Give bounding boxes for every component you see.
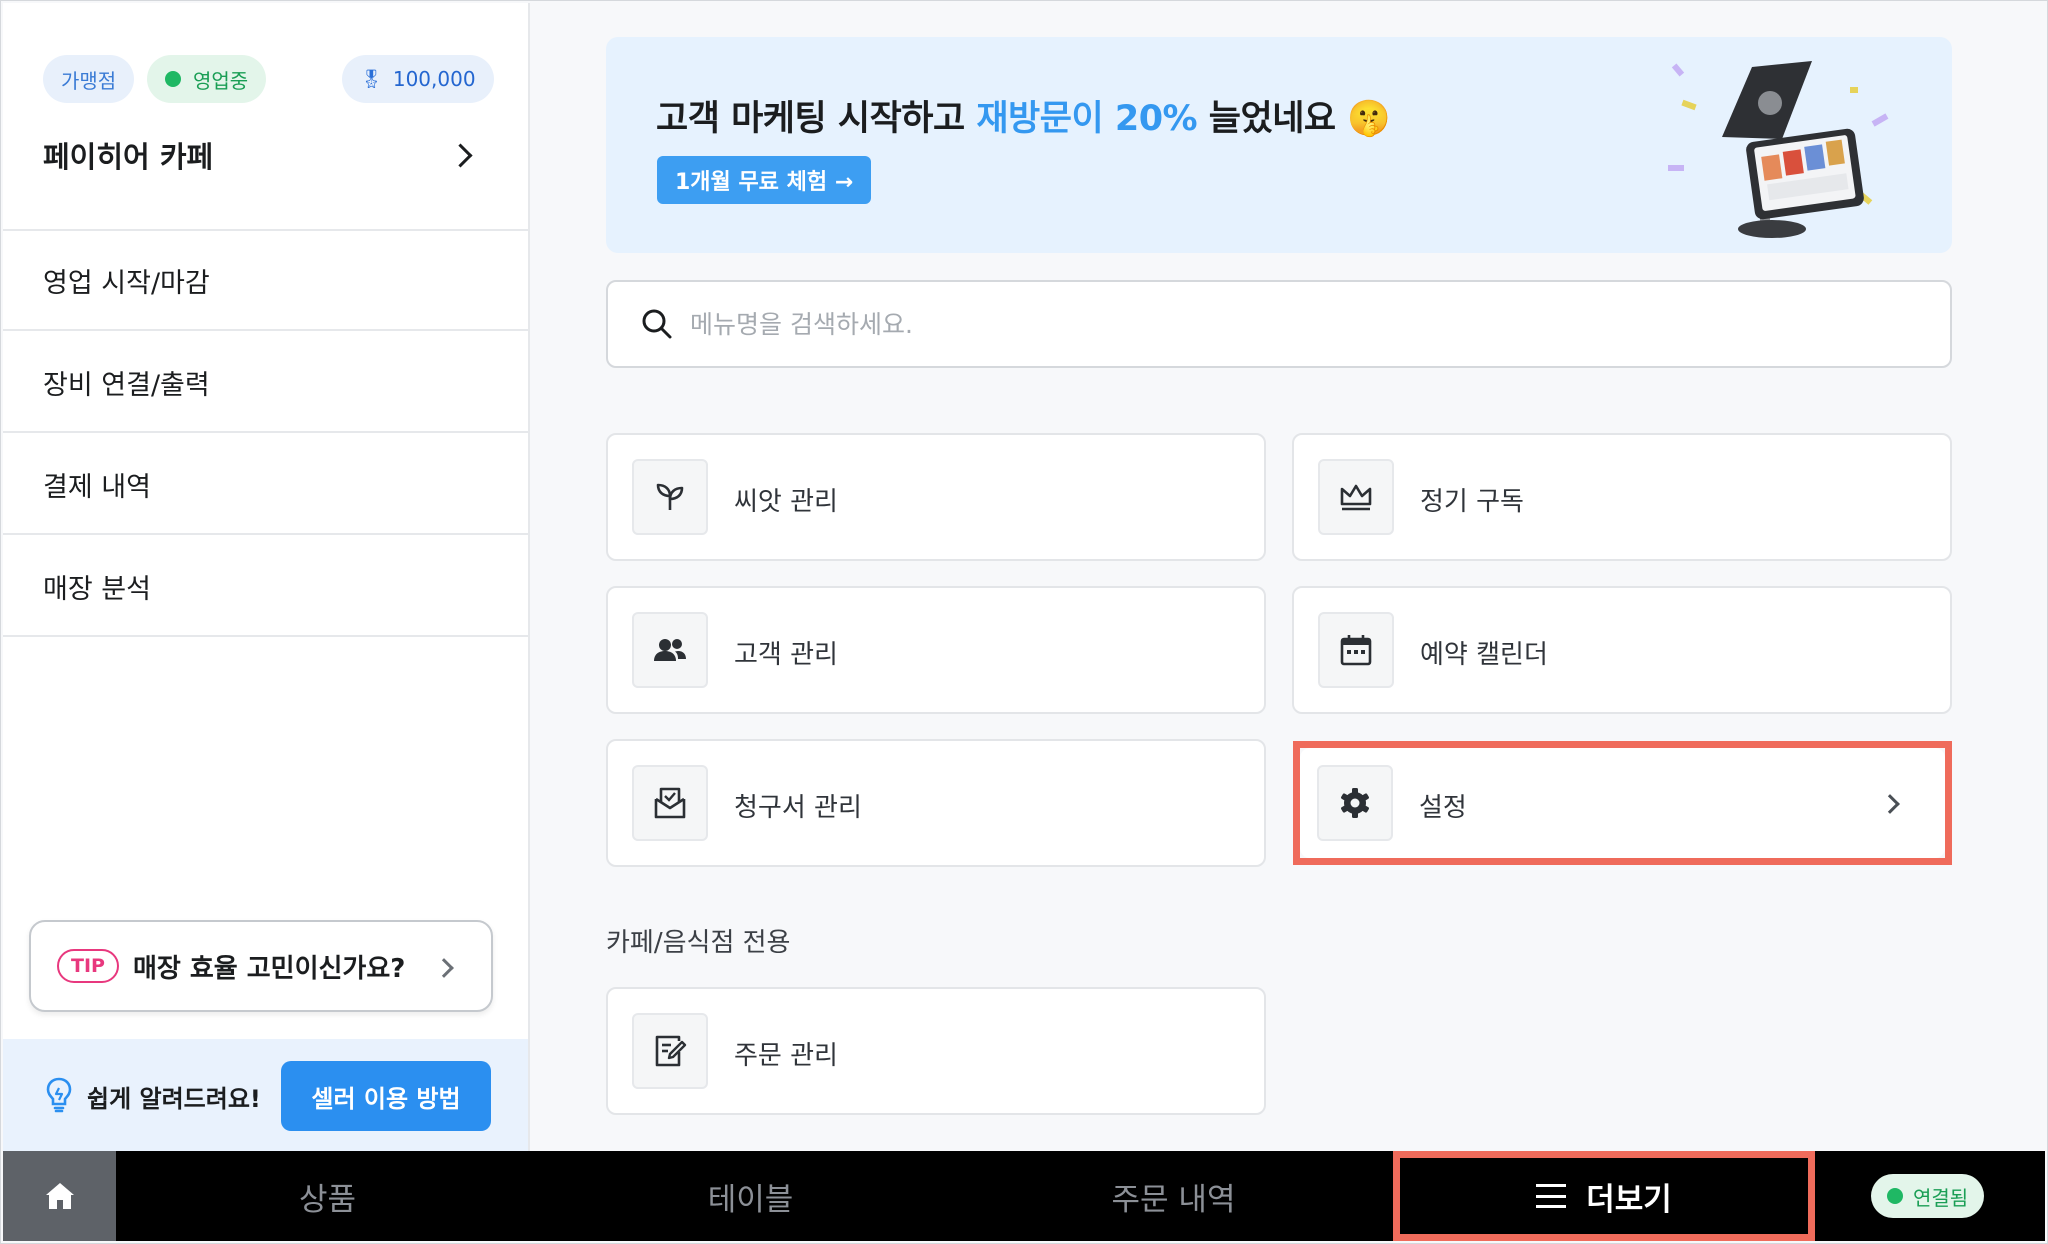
cafe-section-title: 카페/음식점 전용 — [606, 928, 791, 958]
tip-banner[interactable]: TIP 매장 효율 고민이신가요? — [29, 920, 493, 1012]
sprout-icon — [632, 459, 708, 535]
tab-label: 상품 — [298, 1181, 357, 1218]
calendar-icon-svg — [1340, 635, 1372, 666]
menu-card-customer-management[interactable]: 고객 관리 — [606, 586, 1266, 714]
menu-card-invoice-management[interactable]: 청구서 관리 — [606, 739, 1266, 867]
sidebar-item-payment-history[interactable]: 결제 내역 — [3, 435, 528, 535]
sidebar-item-label: 결제 내역 — [43, 471, 151, 503]
order-edit-icon — [632, 1013, 708, 1089]
home-button[interactable] — [3, 1151, 116, 1241]
banner-title-text: 늘었네요 🤫 — [1197, 99, 1391, 139]
tab-label: 테이블 — [707, 1181, 794, 1218]
tip-badge: TIP — [57, 949, 119, 983]
order-edit-icon-svg — [655, 1035, 687, 1067]
status-dot-icon — [165, 71, 181, 87]
chevron-right-icon — [1880, 794, 1900, 814]
people-icon — [632, 612, 708, 688]
search-input[interactable] — [688, 308, 1792, 340]
points-value: 100,000 — [392, 67, 476, 91]
home-icon — [45, 1183, 74, 1209]
pos-device-illustration — [1668, 61, 1889, 238]
help-area: 쉽게 알려드려요! 셀러 이용 방법 — [3, 1039, 528, 1151]
tab-products[interactable]: 상품 — [116, 1151, 539, 1241]
open-status-label: 영업중 — [193, 68, 249, 93]
sidebar: 가맹점 영업중 🎖 100,000 페이히어 카페 영업 시작/마감 장비 연결/… — [3, 3, 530, 1151]
sidebar-item-device-connection[interactable]: 장비 연결/출력 — [3, 333, 528, 433]
connection-status-label: 연결됨 — [1913, 1185, 1969, 1210]
calendar-icon — [1318, 612, 1394, 688]
sprout-icon-svg — [656, 483, 684, 510]
franchise-badge: 가맹점 — [43, 55, 135, 103]
search-icon — [642, 309, 672, 339]
hamburger-menu-icon — [1536, 1184, 1567, 1208]
tip-text: 매장 효율 고민이신가요? — [132, 953, 406, 984]
menu-card-subscription[interactable]: 정기 구독 — [1292, 433, 1952, 561]
crown-icon-svg — [1340, 484, 1372, 511]
lightbulb-icon — [46, 1077, 72, 1113]
bottom-nav: 상품 테이블 주문 내역 더보기 연결됨 — [3, 1151, 2045, 1241]
tab-label: 더보기 — [1586, 1181, 1672, 1218]
menu-card-label: 설정 — [1419, 793, 1467, 823]
sidebar-item-store-analytics[interactable]: 매장 분석 — [3, 537, 528, 637]
store-selector[interactable]: 페이히어 카페 — [43, 127, 483, 183]
invoice-mail-icon — [632, 765, 708, 841]
open-status-badge: 영업중 — [147, 55, 267, 103]
sidebar-item-business-open-close[interactable]: 영업 시작/마감 — [3, 231, 528, 331]
free-trial-button[interactable]: 1개월 무료 체험 → — [657, 156, 872, 204]
promo-banner[interactable]: 고객 마케팅 시작하고 재방문이 20% 늘었네요 🤫 1개월 무료 체험 → — [606, 37, 1952, 253]
invoice-mail-icon-svg — [654, 787, 686, 819]
connection-status-badge: 연결됨 — [1871, 1174, 1985, 1218]
tab-order-history[interactable]: 주문 내역 — [962, 1151, 1385, 1241]
sidebar-item-label: 매장 분석 — [43, 573, 151, 605]
menu-card-label: 예약 캘린더 — [1420, 640, 1548, 670]
menu-search-box[interactable] — [606, 280, 1952, 368]
menu-card-settings[interactable]: 설정 — [1300, 748, 1945, 858]
menu-card-label: 씨앗 관리 — [734, 487, 838, 517]
menu-card-reservation-calendar[interactable]: 예약 캘린더 — [1292, 586, 1952, 714]
tab-tables[interactable]: 테이블 — [539, 1151, 962, 1241]
tab-more[interactable]: 더보기 — [1393, 1151, 1815, 1241]
gear-icon-svg — [1341, 788, 1369, 818]
banner-title: 고객 마케팅 시작하고 재방문이 20% 늘었네요 🤫 — [656, 90, 1391, 141]
menu-card-seed-management[interactable]: 씨앗 관리 — [606, 433, 1266, 561]
crown-icon — [1318, 459, 1394, 535]
tab-label: 주문 내역 — [1111, 1181, 1236, 1218]
sidebar-item-label: 영업 시작/마감 — [43, 267, 210, 299]
menu-card-label: 청구서 관리 — [734, 793, 862, 823]
menu-card-label: 고객 관리 — [734, 640, 838, 670]
medal-icon: 🎖 — [360, 68, 383, 90]
menu-card-label: 정기 구독 — [1420, 487, 1524, 517]
store-name: 페이히어 카페 — [43, 140, 214, 174]
banner-title-accent: 재방문이 20% — [976, 99, 1198, 139]
chevron-right-icon — [434, 958, 454, 978]
help-text: 쉽게 알려드려요! — [87, 1085, 261, 1113]
menu-card-order-management[interactable]: 주문 관리 — [606, 987, 1266, 1115]
seller-guide-button[interactable]: 셀러 이용 방법 — [281, 1061, 491, 1131]
sidebar-item-label: 장비 연결/출력 — [43, 369, 210, 401]
banner-title-text: 고객 마케팅 시작하고 — [656, 99, 977, 139]
chevron-right-icon — [448, 142, 473, 168]
gear-icon — [1317, 765, 1393, 841]
franchise-badge-label: 가맹점 — [61, 68, 117, 93]
status-dot-icon — [1887, 1188, 1903, 1204]
people-icon-svg — [654, 639, 686, 661]
points-badge: 🎖 100,000 — [342, 55, 494, 103]
menu-card-label: 주문 관리 — [734, 1041, 838, 1071]
